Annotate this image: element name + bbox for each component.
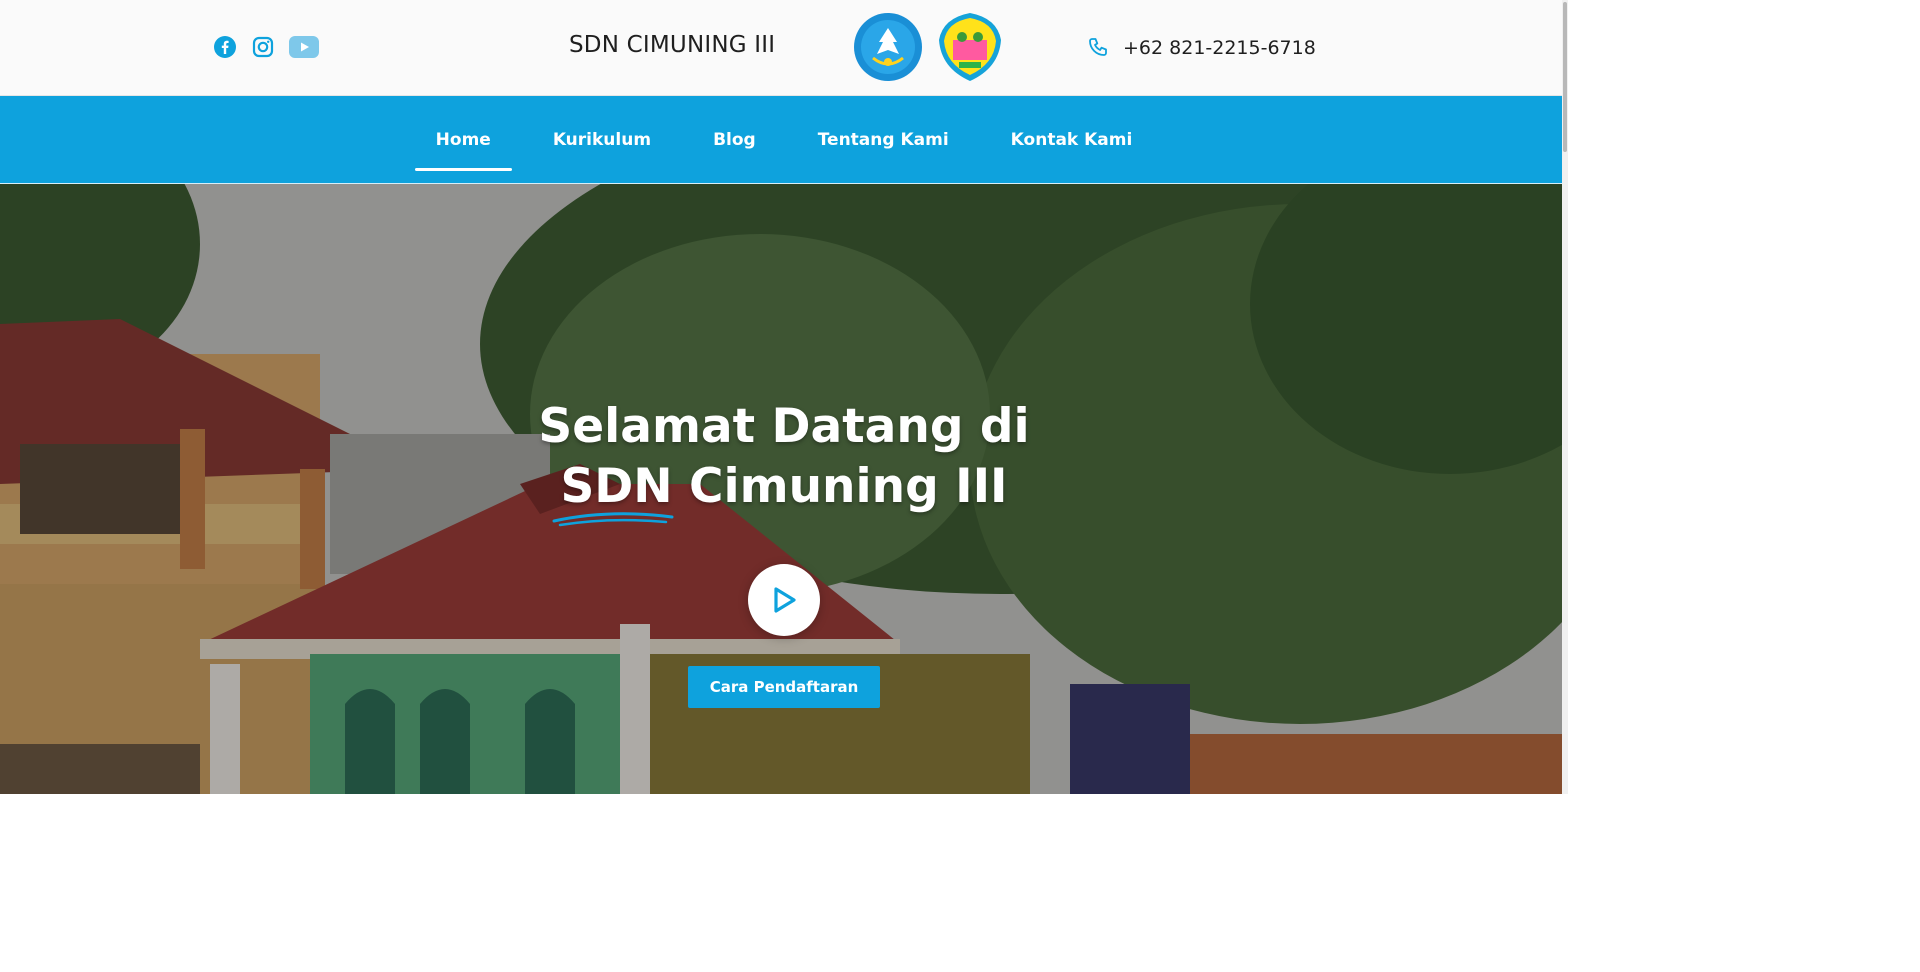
- social-links: [213, 35, 319, 59]
- nav-kontak-kami[interactable]: Kontak Kami: [990, 122, 1154, 158]
- top-header: SDN CIMUNING III +62 821-2215-6718: [0, 0, 1568, 96]
- play-video-button[interactable]: [748, 564, 820, 636]
- hero-title-highlight-text: SDN: [560, 459, 673, 514]
- site-title[interactable]: SDN CIMUNING III: [569, 32, 775, 58]
- logos: [853, 10, 1005, 84]
- facebook-icon[interactable]: [213, 35, 237, 59]
- page-scrollbar[interactable]: [1562, 0, 1568, 794]
- phone-icon: [1089, 38, 1107, 56]
- nav-blog[interactable]: Blog: [692, 122, 777, 158]
- hero-title: Selamat Datang di SDN Cimuning III: [0, 397, 1568, 527]
- tut-wuri-handayani-logo: [854, 13, 922, 81]
- underline-swoosh-icon: [552, 512, 674, 527]
- nav-kurikulum[interactable]: Kurikulum: [532, 122, 672, 158]
- hero-title-line1: Selamat Datang di: [538, 399, 1030, 454]
- scrollbar-thumb[interactable]: [1563, 2, 1567, 152]
- cara-pendaftaran-button[interactable]: Cara Pendaftaran: [688, 666, 880, 708]
- hero-title-line2: SDN Cimuning III: [0, 457, 1568, 527]
- phone-number[interactable]: +62 821-2215-6718: [1123, 37, 1316, 59]
- contact-phone[interactable]: +62 821-2215-6718: [1087, 36, 1316, 60]
- main-navigation: Home Kurikulum Blog Tentang Kami Kontak …: [0, 96, 1568, 184]
- play-icon: [774, 587, 796, 613]
- hero-title-rest: Cimuning III: [672, 459, 1008, 514]
- youtube-icon[interactable]: [289, 36, 319, 58]
- instagram-icon[interactable]: [251, 35, 275, 59]
- kota-bekasi-logo: [939, 13, 1001, 81]
- hero-section: Selamat Datang di SDN Cimuning III Cara …: [0, 184, 1568, 794]
- nav-tentang-kami[interactable]: Tentang Kami: [797, 122, 970, 158]
- hero-title-highlight: SDN: [552, 457, 674, 527]
- nav-home[interactable]: Home: [414, 122, 512, 171]
